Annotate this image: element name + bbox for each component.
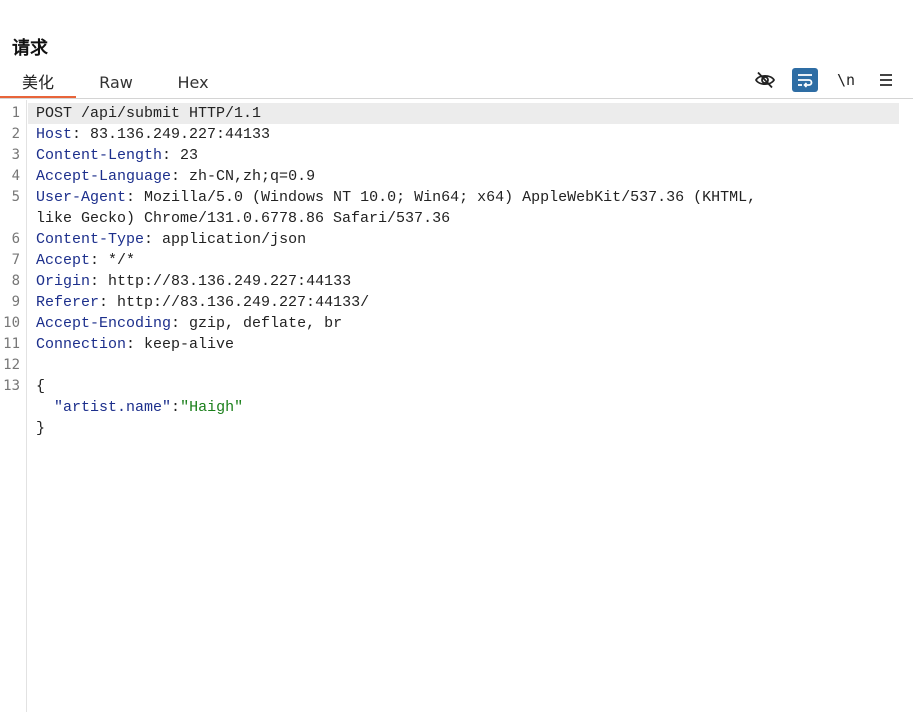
editor-line-wrapped: like Gecko) Chrome/131.0.6778.86 Safari/… (0, 208, 913, 229)
json-open-brace: { (36, 378, 46, 395)
json-key: "artist.name" (54, 399, 172, 416)
header-value: 83.136.249.227:44133 (90, 126, 271, 143)
word-wrap-toggle[interactable] (792, 68, 818, 92)
line-number: 7 (11, 252, 20, 268)
request-line: POST /api/submit HTTP/1.1 (36, 105, 262, 122)
header-name: Content-Length (36, 147, 163, 164)
line-number: 3 (11, 147, 20, 163)
hamburger-menu-icon (880, 74, 892, 86)
editor-line: 11 Connection: keep-alive (0, 334, 913, 355)
json-close-brace: } (36, 420, 46, 437)
editor-line: 13 { (0, 376, 913, 397)
editor-line: 1 POST /api/submit HTTP/1.1 (0, 103, 913, 124)
header-name: Content-Type (36, 231, 145, 248)
line-number: 4 (11, 168, 20, 184)
line-number: 11 (3, 336, 20, 352)
editor-line: 4 Accept-Language: zh-CN,zh;q=0.9 (0, 166, 913, 187)
editor-line: 7 Accept: */* (0, 250, 913, 271)
editor-line: 2 Host: 83.136.249.227:44133 (0, 124, 913, 145)
json-colon: : (171, 399, 181, 416)
line-number: 5 (11, 189, 20, 205)
line-number: 6 (11, 231, 20, 247)
header-value: Mozilla/5.0 (Windows NT 10.0; Win64; x64… (144, 189, 757, 206)
line-number: 2 (11, 126, 20, 142)
header-name: Accept-Encoding (36, 315, 172, 332)
show-newlines-button[interactable]: \n (833, 68, 859, 92)
request-editor[interactable]: 1 POST /api/submit HTTP/1.1 2 Host: 83.1… (0, 103, 913, 439)
header-name: Origin (36, 273, 91, 290)
tab-raw-label: Raw (99, 73, 133, 92)
line-number: 8 (11, 273, 20, 289)
header-value: http://83.136.249.227:44133/ (117, 294, 370, 311)
line-number: 12 (3, 357, 20, 373)
eye-off-icon (754, 71, 776, 89)
tabs-divider (0, 98, 913, 99)
editor-line: 12 (0, 355, 913, 376)
editor-line-wrapped: } (0, 418, 913, 439)
header-value: application/json (162, 231, 307, 248)
tab-hex[interactable]: Hex (166, 66, 220, 98)
tab-raw[interactable]: Raw (90, 66, 142, 98)
editor-line: 8 Origin: http://83.136.249.227:44133 (0, 271, 913, 292)
header-name: Connection (36, 336, 127, 353)
header-value: 23 (180, 147, 199, 164)
header-value: zh-CN,zh;q=0.9 (189, 168, 316, 185)
header-name: Accept (36, 252, 91, 269)
editor-line: 10 Accept-Encoding: gzip, deflate, br (0, 313, 913, 334)
page-title: 请求 (12, 38, 48, 59)
line-number: 13 (3, 378, 20, 394)
editor-line: 3 Content-Length: 23 (0, 145, 913, 166)
editor-line: 6 Content-Type: application/json (0, 229, 913, 250)
line-number: 10 (3, 315, 20, 331)
word-wrap-icon (798, 74, 813, 88)
editor-line-wrapped: "artist.name":"Haigh" (0, 397, 913, 418)
header-value-continuation: like Gecko) Chrome/131.0.6778.86 Safari/… (36, 210, 451, 227)
header-name: Accept-Language (36, 168, 172, 185)
editor-line: 9 Referer: http://83.136.249.227:44133/ (0, 292, 913, 313)
line-number: 9 (11, 294, 20, 310)
header-value: http://83.136.249.227:44133 (108, 273, 352, 290)
tab-pretty[interactable]: 美化 (0, 66, 76, 99)
newline-toggle-label: \n (836, 71, 856, 89)
tab-hex-label: Hex (177, 73, 209, 92)
header-value: gzip, deflate, br (189, 315, 343, 332)
header-name: Host (36, 126, 73, 143)
json-string-value: "Haigh" (180, 399, 244, 416)
line-number: 1 (11, 105, 20, 121)
header-value: */* (108, 252, 136, 269)
header-value: keep-alive (144, 336, 235, 353)
options-menu-button[interactable] (873, 68, 899, 92)
header-name: User-Agent (36, 189, 127, 206)
tab-pretty-label: 美化 (21, 73, 54, 92)
editor-line: 5 User-Agent: Mozilla/5.0 (Windows NT 10… (0, 187, 913, 208)
hide-non-printing-button[interactable] (752, 68, 778, 92)
header-name: Referer (36, 294, 100, 311)
